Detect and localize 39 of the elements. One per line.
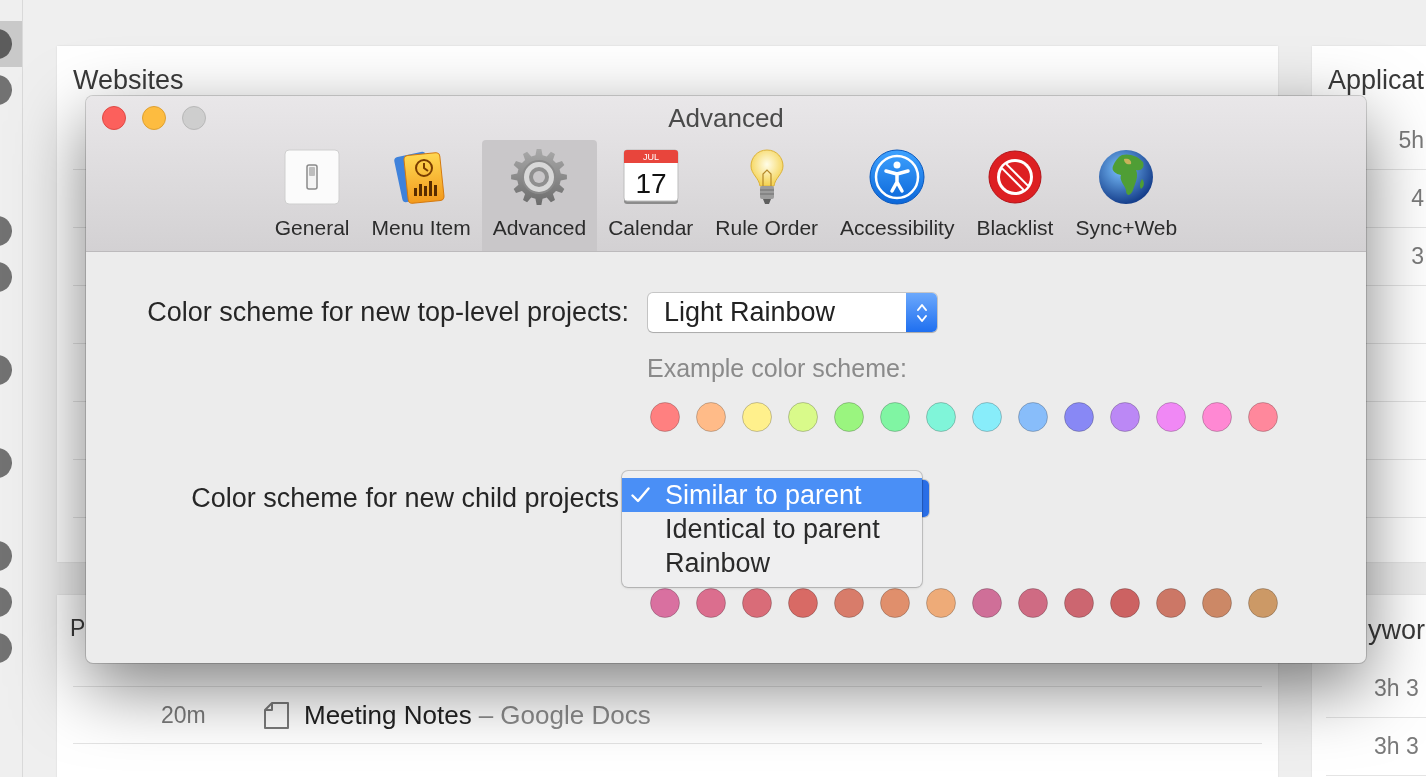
sidebar-item[interactable] (0, 21, 22, 67)
toolbar-tab[interactable]: Blacklist (965, 140, 1065, 251)
prohibited-icon (987, 150, 1042, 204)
document-source: – Google Docs (478, 699, 651, 731)
panel-title: Websites (73, 64, 184, 96)
toolbar-tab[interactable]: Advanced (481, 140, 598, 251)
menu-item[interactable]: Rainbow (622, 546, 922, 580)
duration-cell: 3h 3 (1374, 675, 1419, 702)
duration-cell: 4 (1411, 185, 1424, 212)
duration-cell: 5h (1398, 127, 1424, 154)
light-bulb-icon (749, 149, 784, 205)
close-button[interactable] (102, 106, 126, 130)
check-icon (631, 487, 650, 503)
duration-cell: 3 (1411, 243, 1424, 270)
toolbar-tab[interactable]: JUL 17 Calendar (597, 140, 705, 251)
panel-title: Applicat (1328, 64, 1425, 96)
accessibility-icon (869, 149, 926, 205)
setting-label: Color scheme for new top-level projects: (147, 297, 629, 328)
document-title: Meeting Notes (304, 699, 472, 731)
document-icon (264, 701, 289, 729)
calendar-icon: JUL 17 (622, 149, 679, 205)
duration-cell: 3h 3 (1374, 733, 1419, 760)
hint-text: Example color scheme: (647, 356, 907, 380)
globe-icon (1098, 149, 1155, 205)
toolbar-tab[interactable]: Menu Item (360, 140, 482, 251)
panel-title: P (70, 614, 86, 643)
toolbar-tab[interactable]: Sync+Web (1064, 140, 1189, 251)
stepper-icon (906, 293, 937, 332)
duration-cell: 20m (161, 701, 206, 729)
menu-item[interactable]: Identical to parent (622, 512, 922, 546)
panel-title: ywor (1368, 614, 1425, 646)
window-title: Advanced (668, 102, 784, 134)
toolbar-tab[interactable]: Accessibility (829, 140, 966, 251)
toolbar-tab[interactable]: General (263, 140, 361, 251)
toolbar-tab[interactable]: Rule Order (704, 140, 830, 251)
setting-label: Color scheme for new child projects (191, 483, 619, 514)
popup-button[interactable]: Light Rainbow (648, 293, 937, 332)
switch-icon (284, 149, 341, 205)
gear-icon (510, 148, 569, 206)
